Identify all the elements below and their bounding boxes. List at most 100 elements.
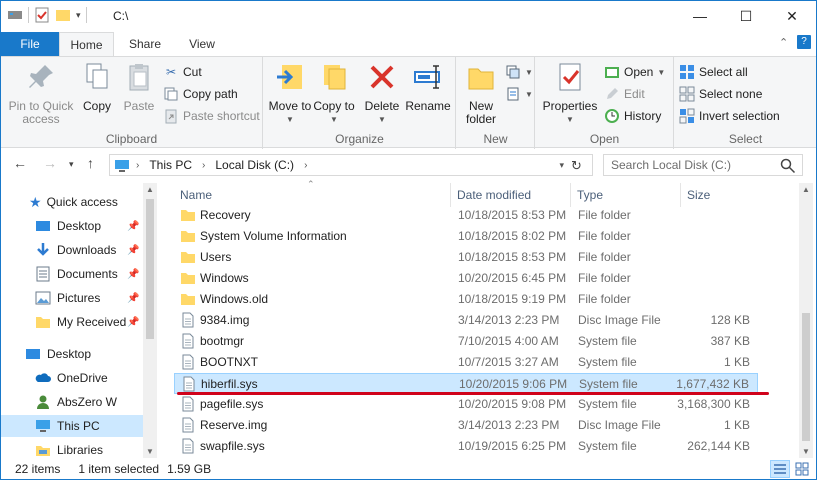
column-header-type[interactable]: Type [571,183,681,207]
nav-user[interactable]: AbsZero W [1,391,143,413]
details-view-button[interactable] [770,460,790,478]
easy-access-button[interactable]: ▼ [505,84,533,104]
minimize-button[interactable]: — [677,1,723,31]
breadcrumb-local-disk[interactable]: Local Disk (C:) [215,158,294,172]
nav-pictures[interactable]: Pictures [1,287,143,309]
pin-icon[interactable]: 📌 [127,221,139,232]
properties-icon [559,63,581,91]
file-size: 262,144 KB [687,439,750,453]
nav-pane-scrollbar[interactable]: ▲ ▼ [143,183,157,458]
drive-icon[interactable] [7,7,23,23]
large-icons-view-button[interactable] [792,460,812,478]
nav-desktop[interactable]: Desktop [1,215,143,237]
nav-my-received[interactable]: My Received [1,311,143,333]
file-row[interactable]: bootmgr 7/10/2015 4:00 AM System file 387 K… [174,331,758,352]
minimize-ribbon-icon[interactable]: ⌃ [779,36,788,49]
file-row[interactable]: swapfile.sys 10/19/2015 6:25 PM System fil… [174,436,758,457]
open-button[interactable]: Open ▼ [604,62,665,82]
close-button[interactable]: ✕ [769,1,815,31]
properties-icon[interactable] [34,7,50,23]
copy-icon [86,63,108,89]
scroll-up-icon[interactable]: ▲ [146,185,154,194]
breadcrumb-chevron-icon[interactable]: › [136,160,139,171]
nav-documents[interactable]: Documents [1,263,143,285]
nav-quick-access[interactable]: ★ Quick access [1,191,151,213]
recent-locations-icon[interactable]: ▾ [69,159,74,170]
file-row[interactable]: hiberfil.sys 10/20/2015 9:06 PM System fil… [174,373,758,394]
tab-file[interactable]: File [1,32,59,56]
back-arrow-icon[interactable]: ← [13,155,27,171]
paste-button[interactable]: Paste [119,61,159,113]
nav-downloads[interactable]: Downloads [1,239,143,261]
file-row[interactable]: Users 10/18/2015 8:53 PM File folder [174,247,758,268]
delete-button[interactable]: Delete ▼ [360,61,404,126]
pin-icon[interactable]: 📌 [127,269,139,280]
file-icon [182,417,194,433]
refresh-icon[interactable]: ↻ [571,158,582,174]
nav-this-pc[interactable]: This PC [1,415,143,437]
file-type: File folder [578,292,631,306]
scroll-down-icon[interactable]: ▼ [146,447,154,456]
address-dropdown-icon[interactable]: ▾ [559,160,564,171]
help-icon[interactable]: ? [797,35,811,49]
pin-icon[interactable]: 📌 [127,317,139,328]
scroll-down-icon[interactable]: ▼ [802,447,810,456]
copy-path-button[interactable]: Copy path [163,84,238,104]
navigation-bar: ← → ▾ ↑ › This PC › Local Disk (C:) › ▾ … [1,149,816,181]
file-icon [182,354,194,370]
file-list-scroll-thumb[interactable] [802,313,810,441]
file-row[interactable]: BOOTNXT 10/7/2015 3:27 AM System file 1 KB [174,352,758,373]
file-row[interactable]: Recovery 10/18/2015 8:53 PM File folder [174,205,758,226]
column-header-size[interactable]: Size [681,183,759,207]
edit-button[interactable]: Edit [604,84,645,104]
select-none-button[interactable]: Select none [679,84,762,104]
pin-icon[interactable]: 📌 [127,293,139,304]
file-row[interactable]: Reserve.img 3/14/2013 2:23 PM Disc Image F… [174,415,758,436]
tab-home[interactable]: Home [59,32,114,57]
breadcrumb-this-pc[interactable]: This PC [149,158,192,172]
properties-button[interactable]: Properties ▼ [540,61,600,126]
new-item-button[interactable]: ▼ [505,62,533,82]
tab-share[interactable]: Share [117,32,173,56]
file-row[interactable]: pagefile.sys 10/20/2015 9:08 PM System fil… [174,394,758,415]
file-row[interactable]: Windows.old 10/18/2015 9:19 PM File folder [174,289,758,310]
paste-shortcut-icon [165,109,177,124]
history-button[interactable]: History [604,106,661,126]
pin-quick-access-button[interactable]: Pin to Quick access [5,61,77,126]
address-bar[interactable]: › This PC › Local Disk (C:) › ▾ [109,154,593,176]
column-header-name[interactable]: Name [174,183,451,207]
scroll-up-icon[interactable]: ▲ [802,185,810,194]
nav-onedrive[interactable]: OneDrive [1,367,143,389]
paste-shortcut-button[interactable]: Paste shortcut [163,106,260,126]
star-icon: ★ [29,193,42,210]
tab-view[interactable]: View [175,32,229,56]
nav-desktop-root[interactable]: Desktop [1,343,143,365]
rename-button[interactable]: Rename [404,61,452,113]
new-folder-button[interactable]: New folder [461,61,501,126]
select-all-button[interactable]: Select all [679,62,748,82]
file-row[interactable]: System Volume Information 10/18/2015 8:02… [174,226,758,247]
up-arrow-icon[interactable]: ↑ [87,155,94,171]
customize-qat-icon[interactable]: ▾ [76,10,81,21]
move-to-button[interactable]: Move to ▼ [268,61,312,126]
copy-button[interactable]: Copy [77,61,117,113]
search-box[interactable]: Search Local Disk (C:) [603,154,803,176]
nav-pane-scroll-thumb[interactable] [146,199,154,339]
new-folder-icon[interactable] [55,7,71,23]
maximize-button[interactable]: ☐ [723,1,769,31]
file-row[interactable]: 9384.img 3/14/2013 2:23 PM Disc Image File… [174,310,758,331]
file-name: hiberfil.sys [201,377,258,391]
cut-button[interactable]: ✂ Cut [163,62,202,82]
breadcrumb-chevron-icon[interactable]: › [202,160,205,171]
ribbon-tabs: File Home Share View [1,32,816,57]
copy-to-button[interactable]: Copy to ▼ [312,61,356,126]
navigation-pane: ★ Quick access Desktop 📌 Downloads 📌 Doc… [1,183,159,458]
column-header-date[interactable]: Date modified [451,183,571,207]
invert-selection-button[interactable]: Invert selection [679,106,780,126]
breadcrumb-chevron-icon[interactable]: › [304,160,307,171]
file-type: File folder [578,229,631,243]
forward-arrow-icon[interactable]: → [43,155,57,171]
file-list-scrollbar[interactable]: ▲ ▼ [799,183,813,458]
pin-icon[interactable]: 📌 [127,245,139,256]
file-row[interactable]: Windows 10/20/2015 6:45 PM File folder [174,268,758,289]
